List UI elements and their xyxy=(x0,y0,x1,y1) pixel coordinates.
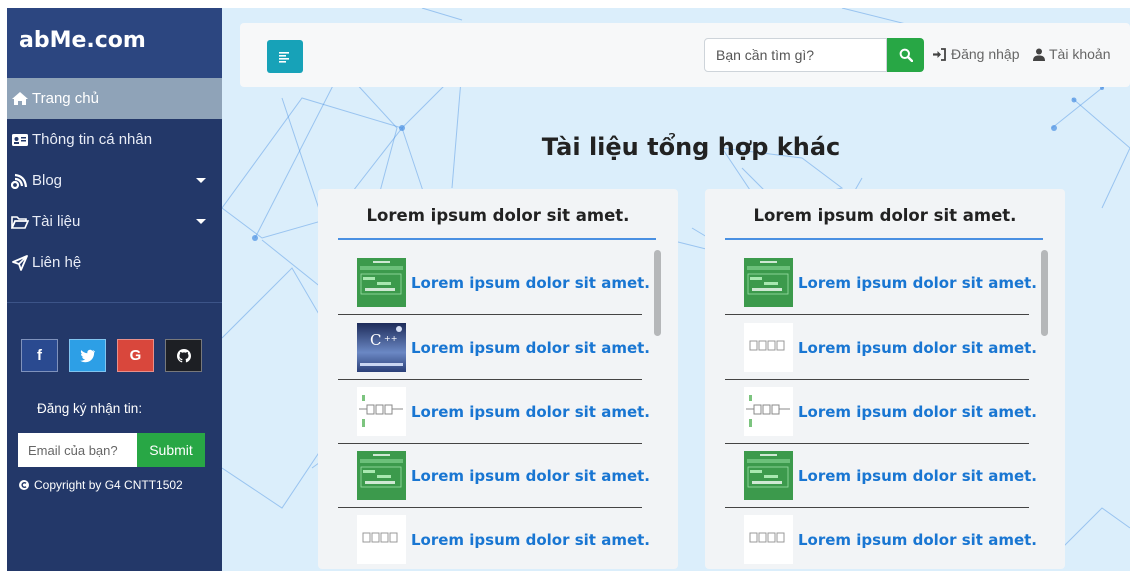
sidebar-item-documents[interactable]: Tài liệu xyxy=(7,201,222,242)
list-item[interactable]: Lorem ipsum dolor sit amet. xyxy=(725,508,1037,569)
item-title: Lorem ipsum dolor sit amet. xyxy=(798,466,1037,485)
item-title: Lorem ipsum dolor sit amet. xyxy=(411,466,650,485)
submit-button[interactable]: Submit xyxy=(137,433,205,467)
sidebar-item-label: Thông tin cá nhân xyxy=(32,131,153,148)
github-button[interactable] xyxy=(165,339,202,372)
item-title: Lorem ipsum dolor sit amet. xyxy=(411,402,650,421)
home-icon xyxy=(10,91,30,106)
chevron-down-icon xyxy=(196,178,206,183)
sign-in-icon xyxy=(933,47,946,61)
account-link[interactable]: Tài khoản xyxy=(1033,46,1110,62)
sidebar-item-contact[interactable]: Liên hệ xyxy=(7,242,222,283)
document-thumbnail xyxy=(744,451,793,500)
main-content: Đăng nhập Tài khoản Tài liệu tổng hợp kh… xyxy=(222,8,1130,571)
page-title: Tài liệu tổng hợp khác xyxy=(541,133,841,161)
card-divider xyxy=(338,238,656,240)
page: abMe.com Trang chủ Thông tin cá nhân Blo… xyxy=(0,0,1130,571)
document-thumbnail xyxy=(357,515,406,564)
list-item[interactable]: Lorem ipsum dolor sit amet. xyxy=(725,444,1037,508)
sidebar-item-label: Trang chủ xyxy=(32,90,99,107)
search-input[interactable] xyxy=(704,38,887,72)
copyright: Copyright by G4 CNTT1502 xyxy=(18,478,183,492)
account-label: Tài khoản xyxy=(1049,46,1111,62)
list-item[interactable]: Lorem ipsum dolor sit amet. xyxy=(338,251,650,315)
sidebar-item-label: Blog xyxy=(32,172,63,189)
sidebar-item-blog[interactable]: Blog xyxy=(7,160,222,201)
twitter-button[interactable] xyxy=(69,339,106,372)
github-icon xyxy=(176,348,191,362)
social-links: f G xyxy=(21,339,202,372)
menu-toggle-button[interactable] xyxy=(267,40,303,73)
item-title: Lorem ipsum dolor sit amet. xyxy=(411,273,650,292)
list-item[interactable]: Lorem ipsum dolor sit amet. xyxy=(338,380,650,444)
document-card: Lorem ipsum dolor sit amet. Lorem ipsum … xyxy=(318,189,678,569)
document-thumbnail xyxy=(744,387,793,436)
svg-text:++: ++ xyxy=(384,334,397,343)
svg-text:C: C xyxy=(370,331,381,349)
list-item[interactable]: C ++ Lorem ipsum dolor sit amet. xyxy=(338,316,650,380)
document-thumbnail xyxy=(744,258,793,307)
sidebar: abMe.com Trang chủ Thông tin cá nhân Blo… xyxy=(7,8,222,571)
document-thumbnail xyxy=(357,258,406,307)
paper-plane-icon xyxy=(10,254,30,271)
card-title: Lorem ipsum dolor sit amet. xyxy=(753,206,1017,225)
list-item[interactable]: Lorem ipsum dolor sit amet. xyxy=(725,316,1037,380)
scrollbar[interactable] xyxy=(1041,250,1048,336)
search-button[interactable] xyxy=(887,38,924,72)
folder-open-icon xyxy=(10,215,30,229)
sidebar-item-profile[interactable]: Thông tin cá nhân xyxy=(7,119,222,160)
facebook-button[interactable]: f xyxy=(21,339,58,372)
copyright-text: Copyright by G4 CNTT1502 xyxy=(34,478,183,492)
document-thumbnail xyxy=(744,515,793,564)
search-icon xyxy=(899,48,913,62)
sidebar-item-label: Liên hệ xyxy=(32,254,82,271)
document-card: Lorem ipsum dolor sit amet. Lorem ipsum … xyxy=(705,189,1065,569)
top-navbar: Đăng nhập Tài khoản xyxy=(240,23,1130,87)
document-thumbnail: C ++ xyxy=(357,323,406,372)
list-item[interactable]: Lorem ipsum dolor sit amet. xyxy=(338,444,650,508)
document-thumbnail xyxy=(357,387,406,436)
chevron-down-icon xyxy=(196,219,206,224)
list-item[interactable]: Lorem ipsum dolor sit amet. xyxy=(725,251,1037,315)
google-button[interactable]: G xyxy=(117,339,154,372)
scrollbar[interactable] xyxy=(654,250,661,336)
item-title: Lorem ipsum dolor sit amet. xyxy=(798,402,1037,421)
id-card-icon xyxy=(10,133,30,147)
newsletter-form: Submit xyxy=(18,433,205,467)
document-thumbnail xyxy=(357,451,406,500)
item-title: Lorem ipsum dolor sit amet. xyxy=(798,530,1037,549)
email-field[interactable] xyxy=(18,433,137,467)
blog-icon xyxy=(10,173,30,189)
login-label: Đăng nhập xyxy=(951,46,1020,62)
user-icon xyxy=(1033,48,1045,61)
item-title: Lorem ipsum dolor sit amet. xyxy=(798,273,1037,292)
facebook-icon: f xyxy=(37,347,42,364)
list-item[interactable]: Lorem ipsum dolor sit amet. xyxy=(725,380,1037,444)
google-icon: G xyxy=(129,347,142,364)
card-divider xyxy=(725,238,1043,240)
item-title: Lorem ipsum dolor sit amet. xyxy=(411,530,650,549)
twitter-icon xyxy=(79,349,95,362)
sidebar-divider xyxy=(7,302,222,303)
sidebar-item-home[interactable]: Trang chủ xyxy=(7,78,222,119)
card-title: Lorem ipsum dolor sit amet. xyxy=(366,206,630,225)
login-link[interactable]: Đăng nhập xyxy=(932,46,1020,62)
item-title: Lorem ipsum dolor sit amet. xyxy=(411,338,650,357)
item-title: Lorem ipsum dolor sit amet. xyxy=(798,338,1037,357)
list-item[interactable]: Lorem ipsum dolor sit amet. xyxy=(338,508,650,569)
menu-icon xyxy=(279,51,289,63)
document-thumbnail xyxy=(744,323,793,372)
copyright-icon xyxy=(19,480,29,490)
sidebar-item-label: Tài liệu xyxy=(32,213,81,230)
brand-logo[interactable]: abMe.com xyxy=(7,8,222,78)
newsletter-label: Đăng ký nhận tin: xyxy=(37,401,143,416)
